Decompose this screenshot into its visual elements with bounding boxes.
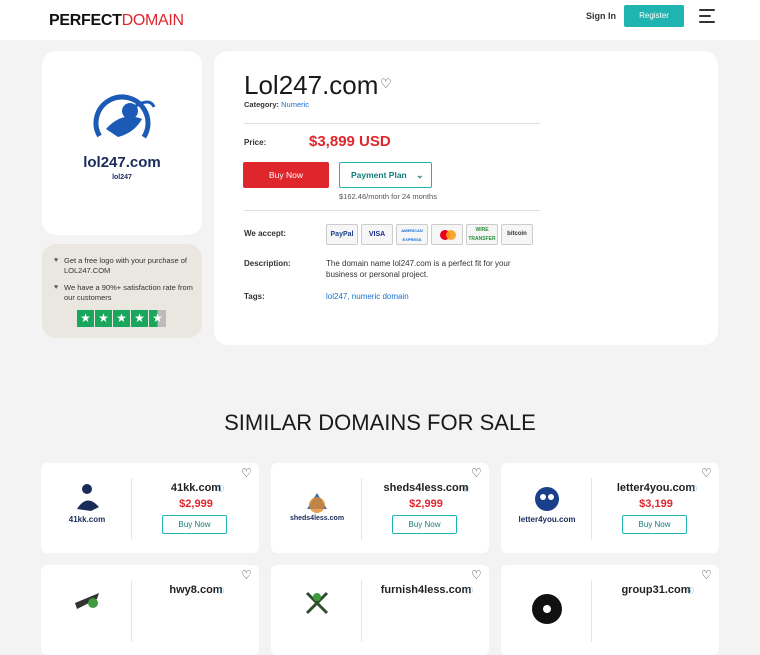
- similar-domain-card[interactable]: group31.com ⓘ ♡: [501, 565, 719, 655]
- tags-label: Tags:: [244, 292, 265, 301]
- divider: [244, 123, 540, 124]
- description-text: The domain name lol247.com is a perfect …: [326, 259, 511, 279]
- domain-name: 41kk.com: [170, 482, 222, 494]
- similar-domains-title: SIMILAR DOMAINS FOR SALE: [224, 410, 536, 435]
- similar-domain-card[interactable]: sheds4less.com sheds4less.com ⓘ $2,999 B…: [271, 463, 489, 553]
- domain-logo-image: [93, 94, 156, 152]
- payment-plan-dropdown[interactable]: Payment Plan ⌄: [339, 162, 432, 188]
- domain-price: $2,999: [179, 498, 213, 510]
- description-label: Description:: [244, 259, 291, 268]
- similar-domain-card[interactable]: 41kk.com 41kk.com ⓘ $2,999 Buy Now ♡: [41, 463, 259, 553]
- logo-card-subtext: lol247: [112, 174, 132, 181]
- info-icon[interactable]: ⓘ: [687, 586, 694, 596]
- star-icon: ★: [77, 310, 94, 327]
- favorite-heart-icon[interactable]: ♡: [701, 466, 712, 480]
- info-icon[interactable]: ⓘ: [466, 586, 473, 596]
- monthly-payment-text: $162.46/month for 24 months: [339, 192, 437, 201]
- star-icon: ★: [113, 310, 130, 327]
- info-icon[interactable]: ⓘ: [690, 484, 697, 494]
- similar-domain-card[interactable]: hwy8.com ⓘ ♡: [41, 565, 259, 655]
- domain-name: sheds4less.com: [383, 482, 469, 494]
- favorite-heart-icon[interactable]: ♡: [241, 568, 252, 582]
- heart-icon: ♥: [54, 284, 59, 291]
- favorite-heart-icon[interactable]: ♡: [471, 568, 482, 582]
- star-icon: ★: [131, 310, 148, 327]
- domain-title: Lol247.com: [244, 70, 379, 100]
- site-header: PERFECTDOMAIN Sign In Register: [0, 0, 760, 40]
- info-icon[interactable]: ⓘ: [217, 586, 224, 596]
- trust-item: ♥ We have a 90%+ satisfaction rate from …: [54, 283, 193, 302]
- domain-thumbnail: [507, 581, 587, 637]
- favorite-heart-icon[interactable]: ♡: [380, 76, 392, 92]
- chevron-down-icon: ⌄: [416, 170, 424, 180]
- domain-thumbnail: [47, 581, 127, 637]
- amex-icon: AMERICAN EXPRESS: [396, 224, 428, 245]
- buy-now-button[interactable]: Buy Now: [162, 515, 227, 534]
- wire-transfer-icon: WIRE TRANSFER: [466, 224, 498, 245]
- trust-item: ♥ Get a free logo with your purchase of …: [54, 256, 187, 275]
- paypal-icon: PayPal: [326, 224, 358, 245]
- domain-name: group31.com: [621, 584, 691, 596]
- category-line: Category: Numeric: [244, 100, 310, 109]
- domain-thumbnail: sheds4less.com: [277, 479, 357, 535]
- heart-icon: ♥: [54, 257, 59, 264]
- domain-name: hwy8.com: [169, 584, 223, 596]
- register-button[interactable]: Register: [624, 5, 684, 27]
- logo-card-text: lol247.com: [83, 154, 161, 171]
- similar-domain-card[interactable]: furnish4less.com ⓘ ♡: [271, 565, 489, 655]
- mastercard-icon: mastercard: [431, 224, 463, 245]
- half-star-icon: ★: [149, 310, 166, 327]
- domain-name: letter4you.com: [616, 482, 696, 494]
- logo-text-secondary: DOMAIN: [121, 12, 185, 29]
- favorite-heart-icon[interactable]: ♡: [241, 466, 252, 480]
- domain-thumbnail: letter4you.com: [507, 479, 587, 535]
- logo-text-primary: PERFECT: [49, 12, 122, 29]
- divider: [244, 210, 540, 211]
- domain-price: $2,999: [409, 498, 443, 510]
- domain-logo-card: lol247.com lol247: [42, 51, 202, 235]
- info-icon[interactable]: ⓘ: [217, 484, 224, 494]
- category-link[interactable]: Numeric: [281, 100, 309, 109]
- buy-now-button[interactable]: Buy Now: [622, 515, 687, 534]
- favorite-heart-icon[interactable]: ♡: [701, 568, 712, 582]
- star-icon: ★: [95, 310, 112, 327]
- similar-domain-card[interactable]: letter4you.com letter4you.com ⓘ $3,199 B…: [501, 463, 719, 553]
- visa-icon: VISA: [361, 224, 393, 245]
- info-icon[interactable]: ⓘ: [462, 484, 469, 494]
- buy-now-button[interactable]: Buy Now: [392, 515, 457, 534]
- domain-thumbnail: [277, 581, 357, 637]
- accept-label: We accept:: [244, 229, 287, 238]
- sign-in-link[interactable]: Sign In: [586, 11, 616, 21]
- payment-methods: PayPal VISA AMERICAN EXPRESS mastercard …: [326, 224, 533, 245]
- bitcoin-icon: bitcoin: [501, 224, 533, 245]
- price-label: Price:: [244, 138, 267, 147]
- site-logo[interactable]: PERFECTDOMAIN: [49, 12, 184, 30]
- buy-now-button[interactable]: Buy Now: [243, 162, 329, 188]
- menu-icon[interactable]: [699, 9, 715, 23]
- trustpilot-rating: ★ ★ ★ ★ ★: [77, 310, 166, 327]
- tags-links[interactable]: lol247, numeric domain: [326, 292, 409, 301]
- domain-thumbnail: 41kk.com: [47, 479, 127, 535]
- domain-price: $3,199: [639, 498, 673, 510]
- price-value: $3,899 USD: [309, 133, 391, 150]
- favorite-heart-icon[interactable]: ♡: [471, 466, 482, 480]
